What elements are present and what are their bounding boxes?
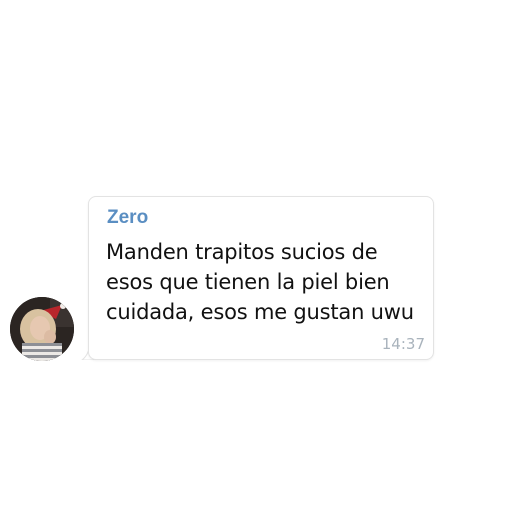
chat-view: Zero Manden trapitos sucios de esos que … <box>0 0 512 512</box>
sender-avatar[interactable] <box>10 297 74 361</box>
message-text: Manden trapitos sucios de esos que tiene… <box>106 240 414 324</box>
message-bubble[interactable]: Zero Manden trapitos sucios de esos que … <box>88 196 434 360</box>
sender-name[interactable]: Zero <box>107 207 148 229</box>
avatar-photo-icon <box>10 297 74 361</box>
message-timestamp: 14:37 <box>381 335 425 353</box>
